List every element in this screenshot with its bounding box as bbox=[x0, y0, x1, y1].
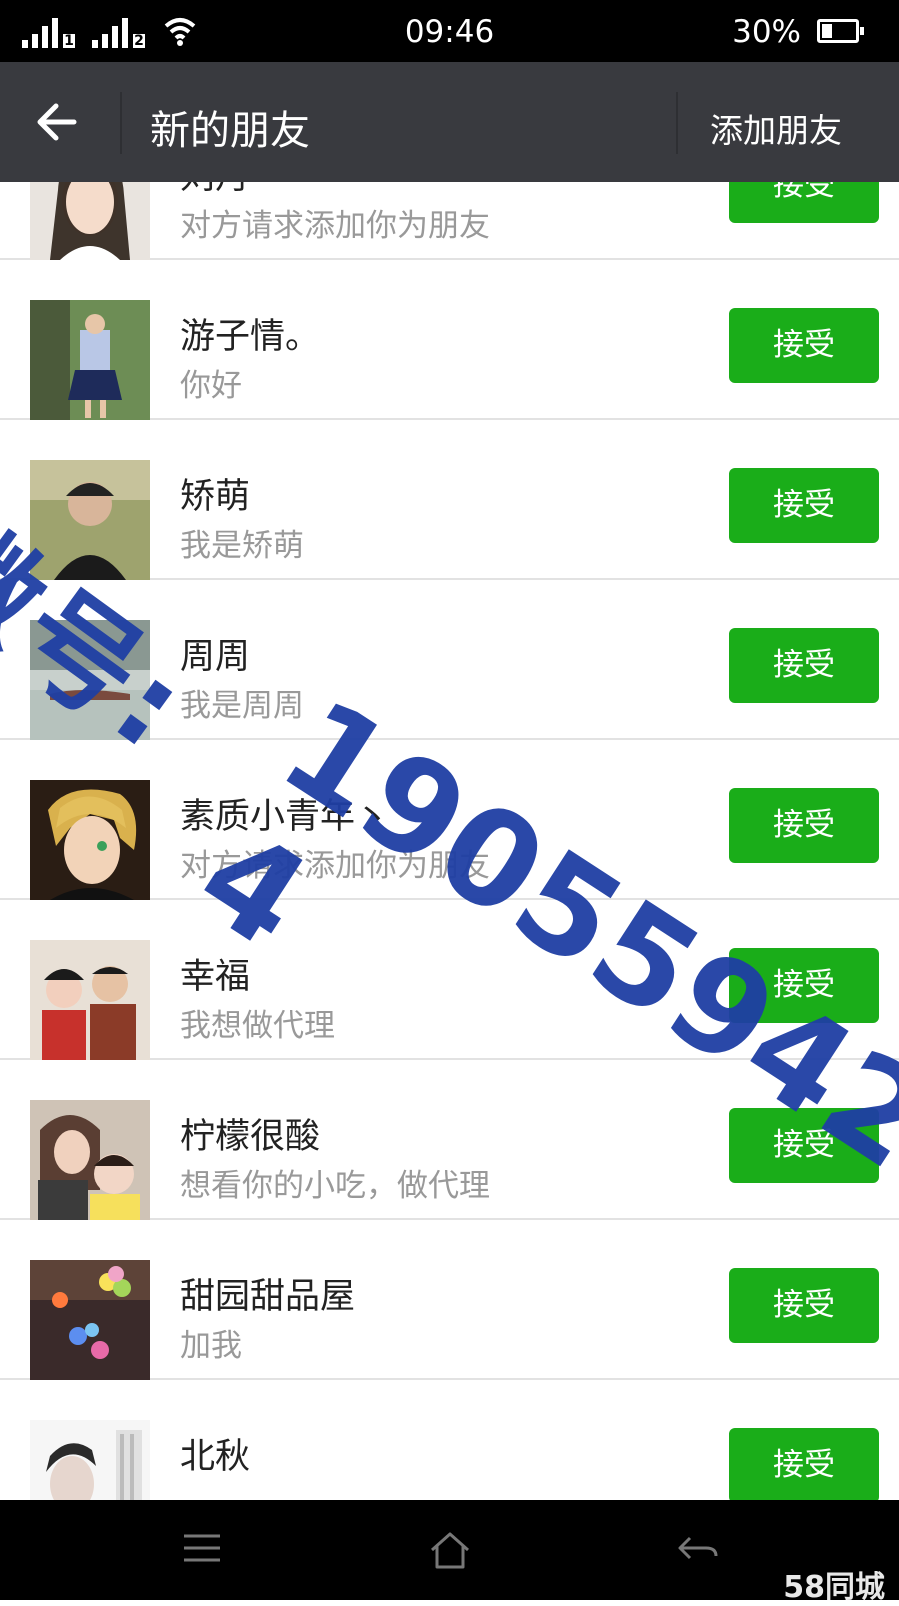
contact-name: 矫萌 bbox=[180, 477, 251, 517]
accept-button[interactable]: 接受 bbox=[729, 788, 879, 863]
list-item[interactable]: 刘丹对方请求添加你为朋友 接受 bbox=[0, 182, 899, 260]
divider bbox=[676, 92, 678, 154]
avatar[interactable] bbox=[30, 1420, 150, 1500]
list-item[interactable]: 北秋 接受 bbox=[0, 1380, 899, 1500]
list-item[interactable]: 游子情。你好 接受 bbox=[0, 260, 899, 420]
list-item[interactable]: 矫萌我是矫萌 接受 bbox=[0, 420, 899, 580]
battery-icon bbox=[817, 19, 864, 43]
avatar[interactable] bbox=[30, 1100, 150, 1220]
contact-name: 刘丹 bbox=[180, 182, 250, 199]
corner-logo: 58同城 bbox=[783, 1570, 885, 1605]
contact-name: 北秋 bbox=[180, 1437, 251, 1477]
avatar[interactable] bbox=[30, 940, 150, 1060]
contact-name: 游子情。 bbox=[180, 317, 321, 357]
battery-percentage: 30% bbox=[732, 14, 801, 50]
back-button[interactable] bbox=[30, 94, 90, 150]
request-message: 对方请求添加你为朋友 bbox=[180, 208, 490, 244]
navigation-bar bbox=[0, 1500, 899, 1600]
menu-icon[interactable] bbox=[180, 1530, 224, 1566]
arrow-left-icon bbox=[37, 103, 77, 141]
home-icon[interactable] bbox=[428, 1530, 472, 1570]
status-bar: 1 2 09:46 30% bbox=[0, 0, 899, 62]
back-icon[interactable] bbox=[676, 1530, 720, 1566]
avatar[interactable] bbox=[30, 1260, 150, 1380]
accept-button[interactable]: 接受 bbox=[729, 628, 879, 703]
accept-button[interactable]: 接受 bbox=[729, 1428, 879, 1500]
title-bar: 新的朋友 添加朋友 bbox=[0, 62, 899, 182]
request-message: 我是矫萌 bbox=[180, 528, 304, 564]
contact-name: 甜园甜品屋 bbox=[180, 1277, 356, 1317]
request-message: 我是周周 bbox=[180, 688, 304, 724]
request-message: 想看你的小吃，做代理 bbox=[180, 1168, 490, 1204]
request-message: 加我 bbox=[180, 1328, 242, 1364]
accept-button[interactable]: 接受 bbox=[729, 468, 879, 543]
avatar[interactable] bbox=[30, 780, 150, 900]
add-friend-button[interactable]: 添加朋友 bbox=[710, 104, 842, 152]
request-message: 你好 bbox=[180, 368, 242, 404]
divider bbox=[120, 92, 122, 154]
contact-name: 柠檬很酸 bbox=[180, 1117, 321, 1157]
accept-button[interactable]: 接受 bbox=[729, 308, 879, 383]
avatar[interactable] bbox=[30, 300, 150, 420]
accept-button[interactable]: 接受 bbox=[729, 182, 879, 223]
avatar[interactable] bbox=[30, 182, 150, 260]
page-title: 新的朋友 bbox=[150, 108, 310, 154]
